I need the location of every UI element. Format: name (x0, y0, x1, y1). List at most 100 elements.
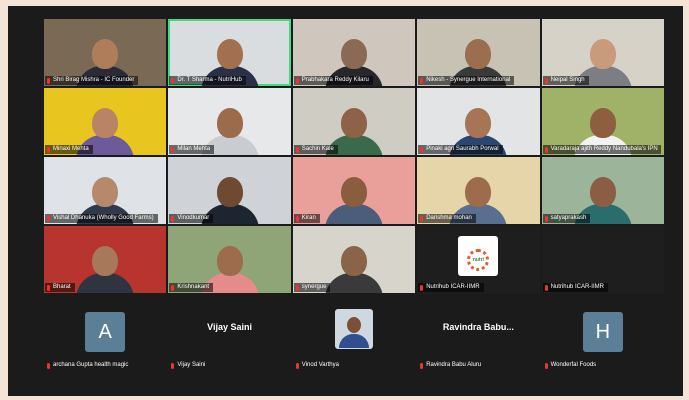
participant-name: Ravindra Babu Aluru (418, 361, 485, 370)
participant-name: Wonderfal Foods (543, 361, 601, 370)
participant-name-text: Vinodkumar (177, 215, 210, 221)
participant-tile[interactable]: Ravindra Babu... Ravindra Babu Aluru (417, 304, 539, 371)
participant-name: Bharat (45, 283, 75, 292)
participant-tile[interactable]: Sachin Kale (292, 88, 416, 155)
participant-name: Shri Birag Mishra - IC Founder (45, 76, 139, 85)
participant-tile[interactable]: Dr. T Sharma - NutriHub (168, 19, 291, 86)
participant-name-text: Minaxi Mehta (53, 146, 89, 152)
participant-tile[interactable]: Vijay Saini Vijay Saini (168, 304, 290, 371)
participant-name: Milan Mehta (169, 145, 215, 154)
mic-muted-icon (420, 362, 424, 369)
mic-muted-icon (544, 215, 548, 222)
participant-tile[interactable]: Neipal Singh (541, 19, 664, 86)
participant-name: Vishal Dhanuka (Wholly Good Farms) (45, 214, 158, 223)
participant-tile[interactable]: Shri Birag Mishra - IC Founder (44, 19, 167, 86)
participant-tile[interactable]: Aarchana Gupta health magic (44, 304, 166, 371)
participant-name: Prabhakara Reddy Kilaru (293, 76, 373, 85)
participant-tile[interactable]: Minaxi Mehta (44, 88, 167, 155)
mic-muted-icon (544, 284, 548, 291)
participant-display-name: Vijay Saini (207, 322, 253, 332)
participant-name: Vijay Saini (169, 361, 209, 370)
participant-name-text: Vinod Varthya (301, 362, 339, 368)
mic-muted-icon (420, 215, 424, 222)
participant-name-text: Wonderfal Foods (550, 362, 597, 368)
participant-name-text: Milan Mehta (177, 146, 211, 152)
logo-lettering: nutri (472, 257, 484, 263)
participant-tile[interactable]: Nutrihub ICAR-IIMR (541, 226, 664, 293)
mic-muted-icon (420, 146, 424, 153)
participant-name: Vinod Varthya (294, 361, 343, 370)
participant-tile[interactable]: Vinod Varthya (293, 304, 415, 371)
participant-tile[interactable]: satyaprakash (541, 157, 664, 224)
participant-tile[interactable]: Nikesh - Synergue International (417, 19, 540, 86)
participant-tile[interactable]: Prabhakara Reddy Kilaru (292, 19, 416, 86)
nutrihub-logo: nutri (458, 236, 499, 276)
avatar: H (582, 312, 623, 352)
participant-name-text: Varadaraja ajith Reddy Nandubala's IPN (550, 146, 658, 152)
participant-name-text: Ravindra Babu Aluru (426, 362, 482, 368)
participant-name: Dr. T Sharma - NutriHub (169, 76, 246, 85)
participant-tile[interactable]: Vishal Dhanuka (Wholly Good Farms) (44, 157, 167, 224)
participant-name-text: Dr. T Sharma - NutriHub (177, 77, 242, 83)
participant-name-text: Kiran (301, 215, 316, 221)
mic-muted-icon (47, 215, 50, 222)
video-grid: Shri Birag Mishra - IC Founder Dr. T Shar… (44, 19, 664, 293)
participant-name: Kiran (293, 214, 320, 223)
mic-muted-icon (544, 77, 548, 84)
participant-tile[interactable]: Milan Mehta (168, 88, 291, 155)
participant-name: Sachin Kale (293, 145, 338, 154)
participant-name-text: Prabhakara Reddy Kilaru (301, 77, 369, 83)
participant-name-text: Bharat (53, 284, 71, 290)
meeting-window: Shri Birag Mishra - IC Founder Dr. T Shar… (8, 6, 683, 396)
mic-muted-icon (171, 215, 175, 222)
participant-name-text: Pinaki agri Saurabh Porwal (426, 146, 499, 152)
participant-name: Pinaki agri Saurabh Porwal (418, 145, 503, 154)
mic-muted-icon (420, 284, 424, 291)
mic-muted-icon (295, 146, 299, 153)
participant-name: Vinodkumar (169, 214, 214, 223)
participant-name: Nutrihub ICAR-IIMR (418, 283, 484, 292)
participant-tile[interactable]: synergue (292, 226, 416, 293)
participant-name: satyaprakash (542, 214, 591, 223)
participant-name-text: Vijay Saini (177, 362, 206, 368)
mic-muted-icon (171, 284, 175, 291)
mic-muted-icon (544, 146, 548, 153)
participant-tile[interactable]: Varadaraja ajith Reddy Nandubala's IPN (541, 88, 664, 155)
participant-name: Minaxi Mehta (45, 145, 93, 154)
participant-display-name: Ravindra Babu... (442, 322, 514, 332)
participant-name: Nutrihub ICAR-IIMR (542, 283, 608, 292)
avatar: A (85, 312, 126, 352)
participant-video (324, 246, 383, 293)
participant-tile[interactable]: Bharat (44, 226, 167, 293)
participant-name: archana Gupta health magic (45, 361, 132, 370)
participant-name-text: Nikesh - Synergue International (426, 77, 511, 83)
participant-name-text: Krishnakant (177, 284, 210, 290)
mic-muted-icon (295, 362, 299, 369)
participant-video (76, 246, 135, 293)
mic-muted-icon (171, 362, 175, 369)
participant-name-text: Darishma mohan (426, 215, 472, 221)
mic-muted-icon (171, 146, 175, 153)
participant-name: synergue (293, 283, 331, 292)
participant-name-text: Nutrihub ICAR-IIMR (426, 284, 480, 290)
participant-tile[interactable]: Pinaki agri Saurabh Porwal (417, 88, 540, 155)
participant-name-text: Shri Birag Mishra - IC Founder (53, 77, 135, 83)
mic-muted-icon (47, 146, 50, 153)
participant-tile[interactable]: Vinodkumar (168, 157, 291, 224)
audio-only-row: Aarchana Gupta health magic Vijay Saini Vi… (44, 304, 664, 371)
participant-tile[interactable]: Darishma mohan (417, 157, 540, 224)
participant-name: Darishma mohan (418, 214, 476, 223)
participant-tile[interactable]: nutri Nutrihub ICAR-IIMR (417, 226, 540, 293)
mic-muted-icon (47, 284, 50, 291)
participant-name-text: Vishal Dhanuka (Wholly Good Farms) (53, 215, 154, 221)
mic-muted-icon (295, 77, 299, 84)
participant-name: Neipal Singh (542, 76, 589, 85)
participant-name-text: Sachin Kale (301, 146, 334, 152)
mic-muted-icon (171, 77, 175, 84)
avatar (334, 309, 373, 349)
participant-tile[interactable]: H Wonderfal Foods (542, 304, 664, 371)
mic-muted-icon (544, 362, 548, 369)
participant-name-text: Nutrihub ICAR-IIMR (550, 284, 604, 290)
participant-tile[interactable]: Krishnakant (168, 226, 291, 293)
participant-tile[interactable]: Kiran (292, 157, 416, 224)
